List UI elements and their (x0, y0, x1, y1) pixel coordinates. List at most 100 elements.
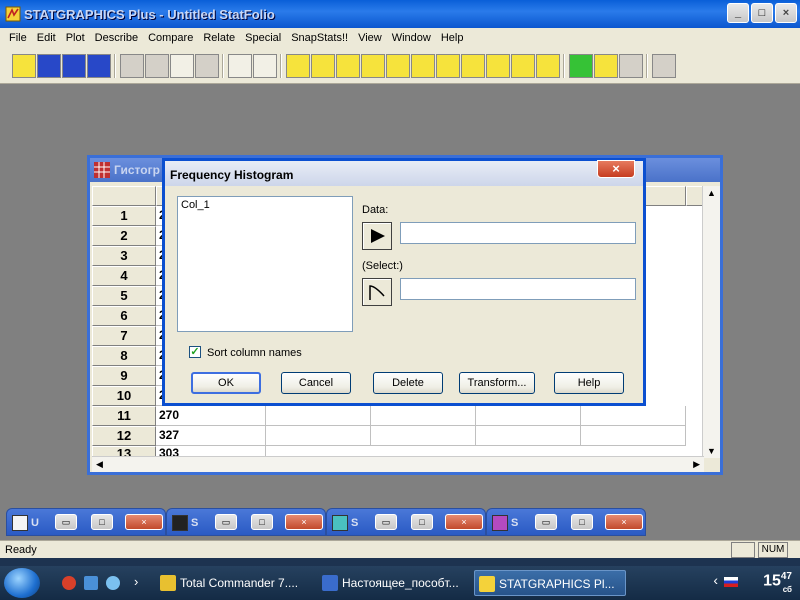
dialog-close-button[interactable]: × (597, 160, 635, 178)
scroll-down-icon[interactable]: ▼ (707, 446, 716, 456)
row-header[interactable]: 11 (92, 406, 156, 426)
minimized-window[interactable]: S ▭ □ × (486, 508, 646, 536)
row-header[interactable]: 3 (92, 246, 156, 266)
restore-button[interactable]: ▭ (535, 514, 557, 530)
minimized-window[interactable]: S ▭ □ × (326, 508, 486, 536)
stat-advisor-icon[interactable] (569, 54, 593, 78)
cut-scissors-icon[interactable] (120, 54, 144, 78)
start-button[interactable] (4, 568, 40, 598)
explorer-icon[interactable] (84, 576, 98, 590)
ok-button[interactable]: OK (191, 372, 261, 394)
table-cell[interactable] (581, 406, 686, 426)
restore-button[interactable]: ▭ (55, 514, 77, 530)
browser-icon[interactable] (62, 576, 76, 590)
row-header[interactable]: 7 (92, 326, 156, 346)
quicklaunch-chevron-icon[interactable]: › (134, 574, 138, 589)
menu-view[interactable]: View (353, 32, 387, 44)
calculator-icon[interactable] (652, 54, 676, 78)
save-data-icon[interactable] (87, 54, 111, 78)
distribution-icon[interactable] (436, 54, 460, 78)
table-cell[interactable]: 327 (156, 426, 266, 446)
scroll-left-icon[interactable]: ◀ (96, 459, 103, 470)
menu-describe[interactable]: Describe (90, 32, 143, 44)
menu-plot[interactable]: Plot (61, 32, 90, 44)
row-header[interactable]: 5 (92, 286, 156, 306)
table-cell[interactable] (266, 406, 371, 426)
sort-checkbox[interactable]: ✓ (189, 346, 201, 358)
print-icon[interactable] (228, 54, 252, 78)
data-field[interactable] (400, 222, 636, 244)
transform-button[interactable]: Transform... (459, 372, 535, 394)
maximize-button[interactable]: □ (571, 514, 593, 530)
glm-icon[interactable] (536, 54, 560, 78)
table-cell[interactable] (476, 426, 581, 446)
maximize-button[interactable]: □ (411, 514, 433, 530)
row-header[interactable]: 12 (92, 426, 156, 446)
save-disk-icon[interactable] (37, 54, 61, 78)
multi-plot-icon[interactable] (361, 54, 385, 78)
cancel-button[interactable]: Cancel (281, 372, 351, 394)
table-cell[interactable] (371, 406, 476, 426)
close-button[interactable]: × (445, 514, 483, 530)
row-header[interactable]: 8 (92, 346, 156, 366)
row-header[interactable]: 10 (92, 386, 156, 406)
time-series-icon[interactable] (411, 54, 435, 78)
menu-snapstats[interactable]: SnapStats!! (286, 32, 353, 44)
table-cell[interactable]: 270 (156, 406, 266, 426)
table-cell[interactable] (266, 426, 371, 446)
bar-chart-icon[interactable] (336, 54, 360, 78)
scroll-up-icon[interactable]: ▲ (707, 188, 716, 198)
line-plot-icon[interactable] (461, 54, 485, 78)
tray-expand-icon[interactable]: ‹ (713, 572, 718, 588)
list-item[interactable]: Col_1 (181, 199, 349, 211)
scroll-right-icon[interactable]: ▶ (693, 459, 700, 470)
menu-edit[interactable]: Edit (32, 32, 61, 44)
step-chart-icon[interactable] (511, 54, 535, 78)
select-picker-button[interactable] (362, 278, 392, 306)
menu-relate[interactable]: Relate (198, 32, 240, 44)
table-cell[interactable] (371, 426, 476, 446)
close-button[interactable]: × (605, 514, 643, 530)
maximize-button[interactable]: □ (251, 514, 273, 530)
help-button[interactable]: Help (554, 372, 624, 394)
taskbar-item-word-document[interactable]: Настоящее_пособт... (318, 570, 468, 596)
skype-icon[interactable] (106, 576, 120, 590)
menu-file[interactable]: File (4, 32, 32, 44)
boxplot-icon[interactable] (311, 54, 335, 78)
open-folder-icon[interactable] (12, 54, 36, 78)
data-picker-button[interactable] (362, 222, 392, 250)
row-header[interactable]: 6 (92, 306, 156, 326)
close-button[interactable]: × (285, 514, 323, 530)
horizontal-scrollbar[interactable]: ◀ ▶ (92, 456, 704, 472)
paste-clipboard-icon[interactable] (170, 54, 194, 78)
globe-grid-icon[interactable] (486, 54, 510, 78)
taskbar-item-statgraphics[interactable]: STATGRAPHICS Pl... (474, 570, 626, 596)
spreadsheet-icon[interactable] (62, 54, 86, 78)
maximize-button[interactable]: □ (91, 514, 113, 530)
menu-compare[interactable]: Compare (143, 32, 198, 44)
close-button[interactable]: × (775, 3, 797, 23)
row-header[interactable]: 2 (92, 226, 156, 246)
menu-special[interactable]: Special (240, 32, 286, 44)
delete-button[interactable]: Delete (373, 372, 443, 394)
minimized-window[interactable]: U ▭ □ × (6, 508, 166, 536)
print-preview-icon[interactable] (253, 54, 277, 78)
row-header[interactable]: 1 (92, 206, 156, 226)
menu-help[interactable]: Help (436, 32, 469, 44)
restore-button[interactable]: ▭ (375, 514, 397, 530)
row-header[interactable]: 9 (92, 366, 156, 386)
table-cell[interactable] (581, 426, 686, 446)
vertical-scrollbar[interactable]: ▲ ▼ (702, 186, 720, 458)
stat-wizard-icon[interactable] (594, 54, 618, 78)
select-field[interactable] (400, 278, 636, 300)
table-cell[interactable] (476, 406, 581, 426)
regression-icon[interactable] (386, 54, 410, 78)
variable-list[interactable]: Col_1 (177, 196, 353, 332)
help-question-icon[interactable] (619, 54, 643, 78)
undo-icon[interactable] (195, 54, 219, 78)
clock[interactable]: 1547 сб (763, 571, 792, 594)
close-button[interactable]: × (125, 514, 163, 530)
dialog-title-bar[interactable]: Frequency Histogram × (162, 158, 646, 186)
copy-icon[interactable] (145, 54, 169, 78)
restore-button[interactable]: ▭ (215, 514, 237, 530)
